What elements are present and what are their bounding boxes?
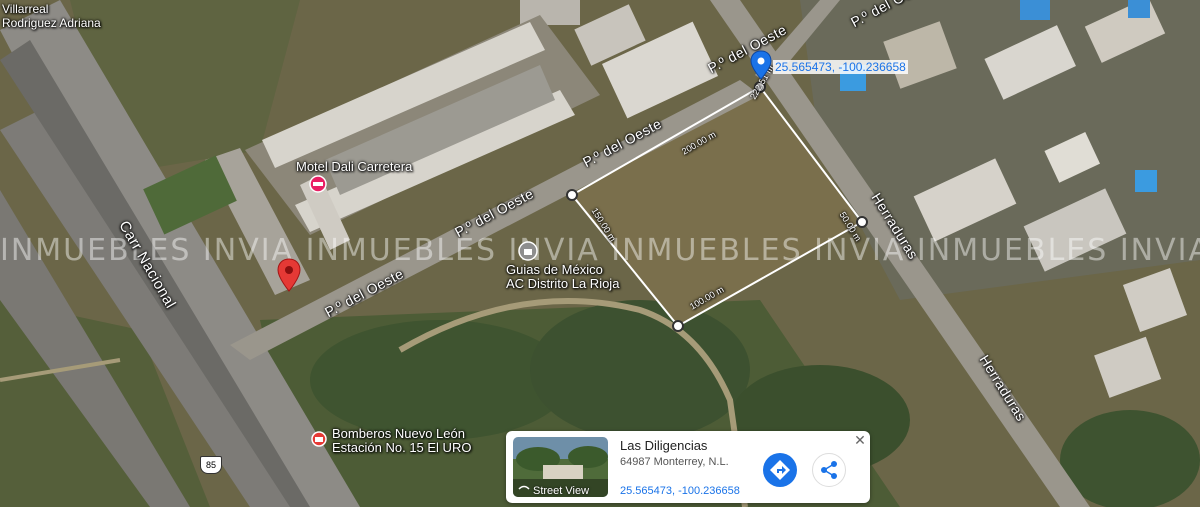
directions-icon bbox=[770, 460, 790, 480]
poi-label-guias[interactable]: Guias de México AC Distrito La Rioja bbox=[506, 263, 619, 291]
blue-location-pin-icon[interactable] bbox=[750, 50, 772, 80]
place-title: Las Diligencias bbox=[620, 438, 708, 453]
hotel-icon[interactable] bbox=[309, 175, 327, 193]
poi-label-villarreal[interactable]: Villarreal Rodriguez Adriana bbox=[2, 2, 101, 30]
street-view-label: Street View bbox=[533, 485, 590, 497]
directions-button[interactable] bbox=[763, 453, 797, 487]
highway-shield-icon: 85 bbox=[200, 456, 222, 474]
share-button[interactable] bbox=[812, 453, 846, 487]
satellite-map[interactable]: INMUEBLES INVIA INMUEBLES INVIA INMUEBLE… bbox=[0, 0, 1200, 507]
place-address: 64987 Monterrey, N.L. bbox=[620, 456, 729, 468]
street-view-thumbnail[interactable]: Street View bbox=[513, 437, 608, 497]
landmark-icon[interactable] bbox=[518, 241, 538, 261]
place-coordinates[interactable]: 25.565473, -100.236658 bbox=[620, 485, 740, 497]
poi-label-motel[interactable]: Motel Dali Carretera bbox=[296, 160, 412, 174]
red-location-pin-icon[interactable] bbox=[276, 258, 302, 292]
poi-label-bomberos[interactable]: Bomberos Nuevo León Estación No. 15 El U… bbox=[332, 427, 471, 455]
share-icon bbox=[821, 461, 837, 479]
close-icon[interactable]: ✕ bbox=[853, 433, 867, 447]
place-info-card[interactable]: Street View Las Diligencias 64987 Monter… bbox=[506, 431, 870, 503]
fire-station-icon[interactable] bbox=[311, 431, 327, 447]
pin-coordinates-label: 25.565473, -100.236658 bbox=[773, 60, 908, 74]
